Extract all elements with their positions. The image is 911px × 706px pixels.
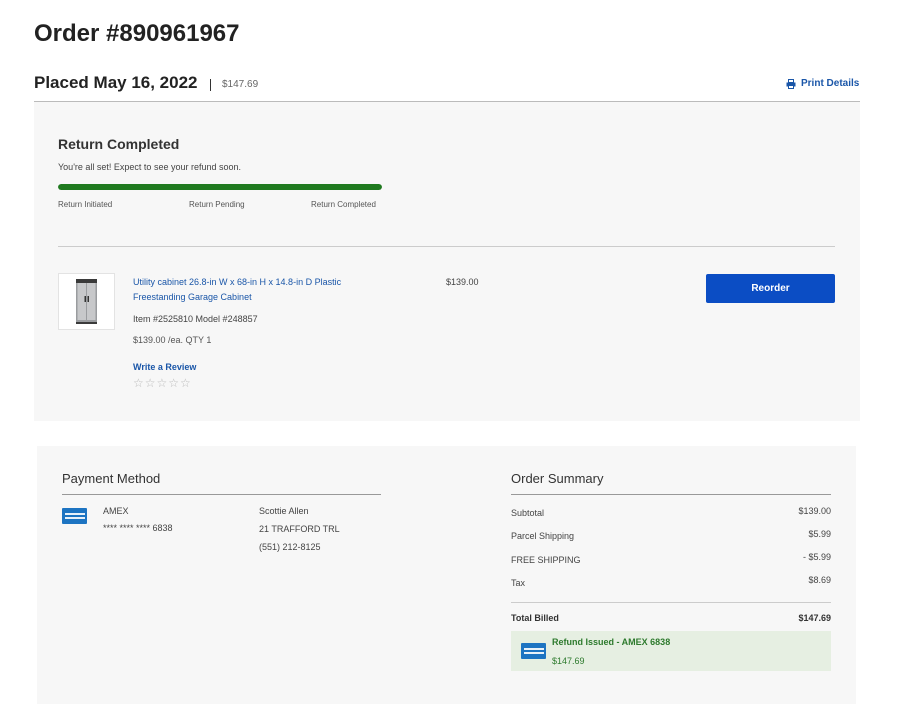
- refund-title: Refund Issued - AMEX 6838: [552, 637, 671, 647]
- card-number: **** **** **** 6838: [103, 523, 173, 533]
- summary-label-free-shipping: FREE SHIPPING: [511, 555, 581, 565]
- reorder-button[interactable]: Reorder: [706, 274, 835, 303]
- return-progress-fill: [58, 184, 382, 190]
- cabinet-image-icon: [76, 279, 97, 324]
- unit-price-qty: $139.00 /ea. QTY 1: [133, 335, 212, 345]
- placed-date: Placed May 16, 2022: [34, 73, 198, 92]
- summary-label-subtotal: Subtotal: [511, 508, 545, 518]
- step-return-completed: Return Completed: [311, 200, 376, 209]
- payment-method-rule: [62, 494, 381, 495]
- printer-icon: [786, 78, 796, 89]
- payment-method-title: Payment Method: [62, 471, 161, 486]
- print-details-link[interactable]: Print Details: [786, 78, 859, 89]
- print-details-label: Print Details: [801, 78, 860, 89]
- step-return-initiated: Return Initiated: [58, 200, 113, 209]
- amex-card-icon: [62, 508, 87, 524]
- summary-value-free-shipping: - $5.99: [802, 552, 831, 562]
- placed-total: $147.69: [222, 79, 259, 90]
- product-image[interactable]: [58, 273, 115, 330]
- summary-value-parcel-shipping: $5.99: [808, 529, 831, 539]
- rating-stars[interactable]: ☆☆☆☆☆: [133, 376, 192, 390]
- section-divider: [58, 246, 835, 247]
- billing-address: 21 TRAFFORD TRL: [259, 524, 340, 534]
- order-summary-rule: [511, 494, 831, 495]
- item-model-number: Item #2525810 Model #248857: [133, 314, 258, 324]
- order-summary-title: Order Summary: [511, 471, 604, 486]
- order-title: Order #890961967: [34, 20, 240, 47]
- header-divider: [210, 79, 211, 91]
- total-billed-value: $147.69: [798, 613, 831, 623]
- refund-amount: $147.69: [552, 656, 585, 666]
- summary-value-subtotal: $139.00: [798, 506, 831, 516]
- return-progress-bar: [58, 184, 382, 190]
- summary-label-parcel-shipping: Parcel Shipping: [511, 531, 575, 541]
- summary-label-tax: Tax: [511, 578, 526, 588]
- total-rule: [511, 602, 831, 603]
- summary-value-tax: $8.69: [808, 575, 831, 585]
- billing-name: Scottie Allen: [259, 506, 309, 516]
- card-brand: AMEX: [103, 506, 129, 516]
- line-item-price: $139.00: [446, 277, 479, 287]
- status-title: Return Completed: [58, 136, 180, 152]
- amex-card-icon-refund: [521, 643, 546, 659]
- product-name-link[interactable]: Utility cabinet 26.8-in W x 68-in H x 14…: [133, 275, 393, 305]
- write-review-link[interactable]: Write a Review: [133, 362, 196, 372]
- total-billed-label: Total Billed: [511, 613, 559, 623]
- status-subtitle: You're all set! Expect to see your refun…: [58, 162, 241, 172]
- step-return-pending: Return Pending: [189, 200, 245, 209]
- billing-phone: (551) 212-8125: [259, 542, 321, 552]
